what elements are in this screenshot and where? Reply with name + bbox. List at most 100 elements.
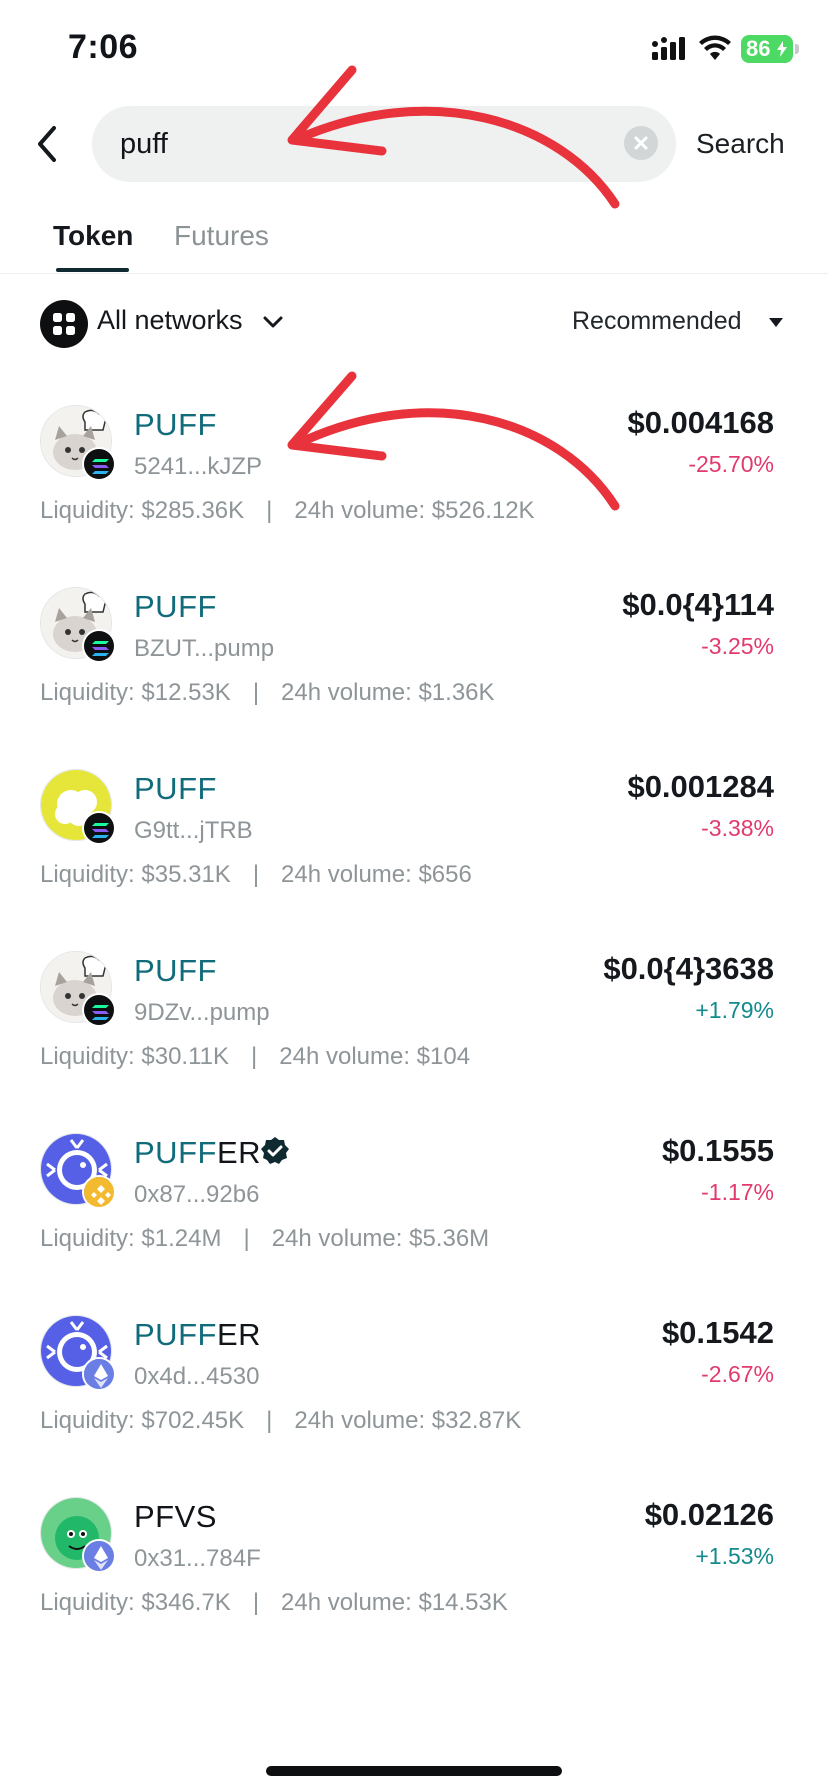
clear-icon[interactable] bbox=[624, 126, 658, 160]
token-volume: 24h volume: $14.53K bbox=[281, 1589, 508, 1616]
token-liquidity: Liquidity: $285.36K bbox=[40, 497, 245, 524]
token-symbol-match: PUFF bbox=[134, 1317, 217, 1352]
token-volume: 24h volume: $656 bbox=[281, 861, 472, 888]
token-row[interactable]: PUFFER 0x4d...4530 $0.1542 -2.67% Liquidity:… bbox=[0, 1315, 828, 1497]
token-symbol-rest: ER bbox=[216, 1317, 262, 1352]
token-stats: Liquidity: $35.31K | 24h volume: $656 bbox=[40, 861, 472, 889]
wifi-icon bbox=[699, 35, 731, 60]
stats-separator: | bbox=[252, 1589, 260, 1616]
token-change: +1.53% bbox=[695, 1543, 774, 1569]
solana-chain-icon bbox=[82, 629, 116, 663]
token-price: $0.1555 bbox=[661, 1133, 774, 1168]
solana-chain-icon bbox=[82, 811, 116, 845]
stats-separator: | bbox=[243, 1225, 250, 1252]
token-liquidity: Liquidity: $702.45K bbox=[40, 1407, 245, 1434]
network-filter-label[interactable]: All networks bbox=[97, 305, 243, 336]
token-symbol-match: PUFF bbox=[134, 953, 217, 988]
search-button[interactable]: Search bbox=[696, 128, 785, 160]
token-symbol: PUFF bbox=[134, 771, 217, 807]
token-stats: Liquidity: $346.7K | 24h volume: $14.53K bbox=[40, 1589, 508, 1617]
token-stats: Liquidity: $30.11K | 24h volume: $104 bbox=[40, 1043, 470, 1071]
token-row[interactable]: PUFF G9tt...jTRB $0.001284 -3.38% Liquidity:… bbox=[0, 769, 828, 951]
token-price: $0.02126 bbox=[644, 1497, 774, 1532]
token-volume: 24h volume: $104 bbox=[279, 1043, 471, 1070]
divider bbox=[0, 273, 828, 274]
token-row[interactable]: PUFFER 0x87...92b6 $0.1555 -1.17% Liquidity:… bbox=[0, 1133, 828, 1315]
token-symbol-rest: PFVS bbox=[134, 1499, 217, 1534]
token-symbol-match: PUFF bbox=[134, 1135, 217, 1170]
token-volume: 24h volume: $5.36M bbox=[271, 1225, 490, 1252]
tab-futures[interactable]: Futures bbox=[174, 220, 269, 252]
verified-badge-icon bbox=[261, 1137, 289, 1164]
stats-separator: | bbox=[251, 1043, 258, 1070]
back-chevron-icon[interactable] bbox=[30, 122, 64, 166]
token-liquidity: Liquidity: $346.7K bbox=[40, 1589, 231, 1616]
token-change: -25.70% bbox=[688, 451, 774, 477]
token-liquidity: Liquidity: $12.53K bbox=[40, 679, 231, 706]
signal-icon bbox=[652, 37, 685, 60]
token-symbol-match: PUFF bbox=[134, 771, 217, 806]
search-field[interactable] bbox=[92, 106, 676, 182]
token-change: -1.17% bbox=[701, 1179, 774, 1205]
battery-nub bbox=[795, 44, 799, 54]
token-volume: 24h volume: $1.36K bbox=[281, 679, 495, 706]
token-row[interactable]: PFVS 0x31...784F $0.02126 +1.53% Liquidity: … bbox=[0, 1497, 828, 1679]
status-bar: 7:06 86 bbox=[0, 0, 828, 100]
token-address: 9DZv...pump bbox=[134, 999, 270, 1026]
solana-chain-icon bbox=[82, 447, 116, 481]
token-change: +1.79% bbox=[695, 997, 774, 1023]
token-symbol: PUFF bbox=[134, 407, 217, 443]
battery-level: 86 bbox=[746, 36, 771, 61]
status-time: 7:06 bbox=[68, 28, 139, 66]
caret-down-icon[interactable] bbox=[768, 316, 784, 328]
sort-label[interactable]: Recommended bbox=[572, 307, 742, 336]
token-row[interactable]: PUFF BZUT...pump $0.0{4}114 -3.25% Liquidity… bbox=[0, 587, 828, 769]
grid-icon[interactable] bbox=[40, 300, 88, 348]
token-address: 5241...kJZP bbox=[134, 453, 263, 480]
token-symbol: PFVS bbox=[134, 1499, 217, 1535]
token-symbol: PUFFER bbox=[134, 1317, 261, 1353]
token-liquidity: Liquidity: $1.24M bbox=[40, 1225, 222, 1252]
token-symbol: PUFF bbox=[134, 953, 217, 989]
token-liquidity: Liquidity: $30.11K bbox=[40, 1043, 230, 1070]
stats-separator: | bbox=[252, 861, 260, 888]
token-symbol-rest: ER bbox=[216, 1135, 262, 1170]
token-symbol-match: PUFF bbox=[134, 589, 217, 624]
token-symbol: PUFF bbox=[134, 589, 217, 625]
search-input[interactable] bbox=[120, 122, 600, 166]
token-address: G9tt...jTRB bbox=[134, 817, 253, 844]
token-liquidity: Liquidity: $35.31K bbox=[40, 861, 231, 888]
token-stats: Liquidity: $1.24M | 24h volume: $5.36M bbox=[40, 1225, 489, 1253]
ethereum-chain-icon bbox=[82, 1357, 116, 1391]
chevron-down-icon[interactable] bbox=[262, 314, 284, 330]
token-volume: 24h volume: $526.12K bbox=[294, 497, 535, 524]
charging-bolt-icon bbox=[777, 41, 787, 57]
token-price: $0.1542 bbox=[661, 1315, 774, 1350]
solana-chain-icon bbox=[82, 993, 116, 1027]
token-stats: Liquidity: $702.45K | 24h volume: $32.87K bbox=[40, 1407, 521, 1435]
token-address: 0x4d...4530 bbox=[134, 1363, 260, 1390]
token-price: $0.001284 bbox=[627, 769, 774, 804]
battery-icon: 86 bbox=[741, 35, 799, 63]
token-change: -2.67% bbox=[701, 1361, 774, 1387]
token-price: $0.004168 bbox=[627, 405, 774, 440]
stats-separator: | bbox=[252, 679, 260, 706]
token-price: $0.0{4}3638 bbox=[603, 951, 774, 986]
token-symbol-match: PUFF bbox=[134, 407, 217, 442]
home-indicator[interactable] bbox=[266, 1766, 562, 1776]
token-stats: Liquidity: $285.36K | 24h volume: $526.12K bbox=[40, 497, 535, 525]
ethereum-chain-icon bbox=[82, 1539, 116, 1573]
token-row[interactable]: PUFF 9DZv...pump $0.0{4}3638 +1.79% Liquidit… bbox=[0, 951, 828, 1133]
token-stats: Liquidity: $12.53K | 24h volume: $1.36K bbox=[40, 679, 495, 707]
token-address: 0x31...784F bbox=[134, 1545, 261, 1572]
token-change: -3.38% bbox=[701, 815, 774, 841]
token-row[interactable]: PUFF 5241...kJZP $0.004168 -25.70% Liquidity… bbox=[0, 405, 828, 587]
token-change: -3.25% bbox=[701, 633, 774, 659]
token-volume: 24h volume: $32.87K bbox=[294, 1407, 522, 1434]
token-address: 0x87...92b6 bbox=[134, 1181, 260, 1208]
stats-separator: | bbox=[266, 1407, 273, 1434]
tab-token[interactable]: Token bbox=[53, 220, 133, 252]
active-tab-indicator bbox=[56, 268, 129, 272]
token-price: $0.0{4}114 bbox=[622, 587, 774, 622]
token-address: BZUT...pump bbox=[134, 635, 275, 662]
